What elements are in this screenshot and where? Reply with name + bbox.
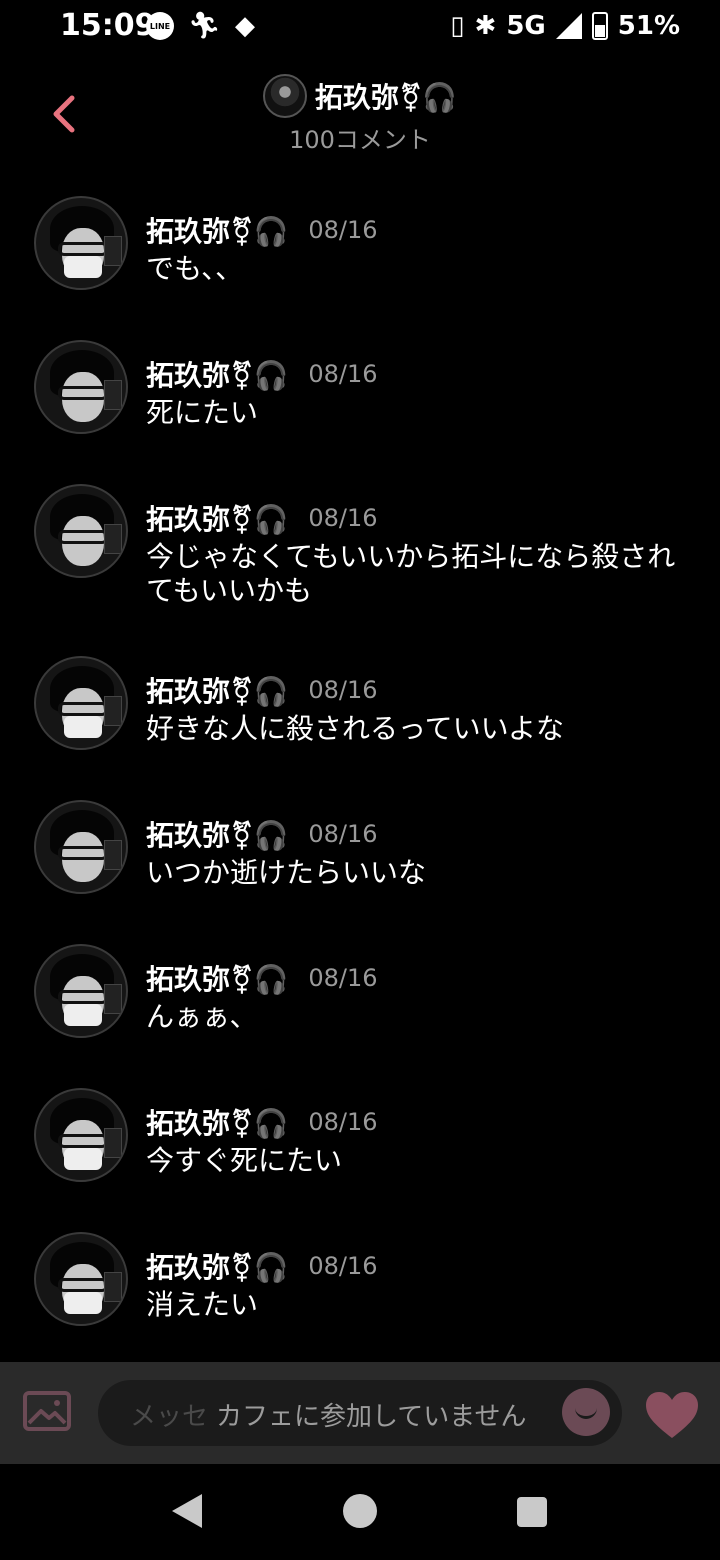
smile-icon[interactable] [562, 1388, 610, 1436]
signal-icon [555, 13, 582, 39]
avatar[interactable] [34, 484, 128, 578]
comment-text: 好きな人に殺されるっていいよな [146, 712, 565, 745]
comment-date: 08/16 [308, 1108, 378, 1136]
header-avatar[interactable] [262, 74, 307, 118]
comment-author: 拓玖弥⚧🎧 [146, 215, 289, 248]
comment-text: 今じゃなくてもいいから拓斗になら殺されてもいいかも [146, 540, 676, 607]
comment-author: 拓玖弥⚧🎧 [146, 359, 289, 392]
heart-icon[interactable] [644, 1390, 700, 1440]
comment-text: んぁぁ、 [146, 1000, 258, 1033]
comment-text: いつか逝けたらいいな [146, 856, 427, 889]
battery-icon [591, 12, 608, 40]
image-icon[interactable] [22, 1390, 72, 1432]
battery-percent: 51% [617, 11, 680, 41]
line-icon: LINE [146, 12, 174, 40]
recents-square-icon[interactable] [517, 1497, 547, 1527]
avatar[interactable] [34, 656, 128, 750]
comment-text: 死にたい [146, 396, 259, 429]
notification-icons: LINE 🏃︎ ◆ [146, 12, 255, 40]
comment-author: 拓玖弥⚧🎧 [146, 963, 289, 996]
comment-date: 08/16 [308, 1252, 378, 1280]
avatar[interactable] [34, 1232, 128, 1326]
back-triangle-icon[interactable] [172, 1494, 202, 1528]
diamond-icon: ◆ [235, 11, 256, 41]
comment-author: 拓玖弥⚧🎧 [146, 503, 289, 536]
comment-date: 08/16 [308, 360, 378, 388]
comment-author: 拓玖弥⚧🎧 [146, 675, 289, 708]
comment-date: 08/16 [308, 820, 378, 848]
comment-date: 08/16 [308, 216, 378, 244]
running-icon: 🏃︎ [188, 11, 222, 41]
avatar[interactable] [34, 340, 128, 434]
message-input[interactable]: メッセ カフェに参加していません [98, 1380, 622, 1446]
bluetooth-icon: ✱ [474, 11, 497, 41]
comment-date: 08/16 [308, 964, 378, 992]
comment-text: 消えたい [146, 1288, 259, 1321]
header-title: 拓玖弥⚧🎧 [314, 81, 458, 114]
avatar[interactable] [34, 196, 128, 290]
system-icons: ▯ ✱ 5G 51% [450, 10, 680, 42]
message-input-bar: メッセ カフェに参加していません [0, 1362, 720, 1464]
network-type: 5G [506, 11, 546, 41]
status-bar: 15:09 LINE 🏃︎ ◆ ▯ ✱ 5G 51% [0, 0, 720, 56]
home-circle-icon[interactable] [343, 1494, 377, 1528]
input-placeholder: メッセ [130, 1402, 209, 1432]
comment-author: 拓玖弥⚧🎧 [146, 819, 289, 852]
comment-text: 今すぐ死にたい [146, 1144, 343, 1177]
header: 拓玖弥⚧🎧 100コメント [0, 56, 720, 168]
avatar[interactable] [34, 800, 128, 894]
comment-date: 08/16 [308, 676, 378, 704]
avatar[interactable] [34, 944, 128, 1038]
status-time: 15:09 [60, 8, 156, 43]
comment-date: 08/16 [308, 504, 378, 532]
system-navigation-bar [0, 1464, 720, 1560]
vibrate-icon: ▯ [450, 11, 465, 41]
comment-count: 100コメント [289, 126, 431, 154]
comment-text: でも、、 [146, 252, 244, 285]
comment-author: 拓玖弥⚧🎧 [146, 1251, 289, 1284]
comment-author: 拓玖弥⚧🎧 [146, 1107, 289, 1140]
header-title-block: 拓玖弥⚧🎧 100コメント [0, 74, 720, 155]
avatar[interactable] [34, 1088, 128, 1182]
not-joined-notice: カフェに参加していません [216, 1402, 527, 1432]
